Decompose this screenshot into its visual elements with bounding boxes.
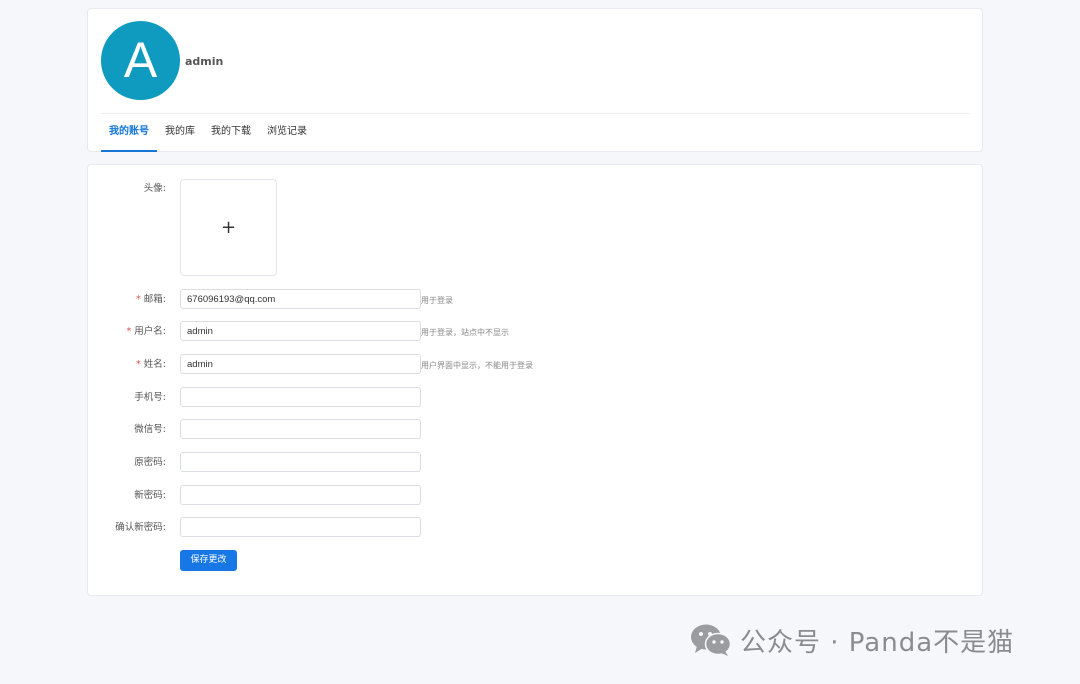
profile-card: A admin 我的账号 我的库 我的下载 浏览记录 (87, 8, 983, 152)
plus-icon: + (220, 217, 237, 238)
phone-label: 手机号: (134, 392, 166, 403)
wechat-field[interactable] (180, 419, 421, 439)
new-password-field[interactable] (180, 485, 421, 505)
profile-tabs: 我的账号 我的库 我的下载 浏览记录 (101, 114, 315, 152)
phone-row: 手机号: (88, 387, 982, 409)
tab-browse-history[interactable]: 浏览记录 (259, 114, 315, 152)
name-label: * 姓名: (136, 354, 166, 376)
username-hint: 用于登录，站点中不显示 (421, 328, 509, 337)
username-field[interactable] (180, 321, 421, 341)
name-row: *姓名: 用户界面中显示，不能用于登录 (88, 354, 982, 376)
email-label-text: 邮箱: (143, 294, 166, 305)
old-password-row: 原密码: (88, 452, 982, 474)
required-mark: * (126, 326, 132, 337)
email-hint: 用于登录 (421, 296, 453, 305)
new-password-label: 新密码: (134, 490, 166, 501)
tab-my-downloads[interactable]: 我的下载 (203, 114, 259, 152)
account-form: 头像: + *邮箱: 用于登录 *用户名: 用于登录，站点中不显示 *姓名: 用… (87, 164, 983, 596)
email-label: * 邮箱: (136, 289, 166, 311)
confirm-password-label: 确认新密码: (115, 522, 166, 533)
name-hint: 用户界面中显示，不能用于登录 (421, 361, 533, 370)
avatar-upload-button[interactable]: + (180, 179, 277, 276)
confirm-password-row: 确认新密码: (88, 517, 982, 539)
save-button[interactable]: 保存更改 (180, 550, 237, 571)
confirm-password-field[interactable] (180, 517, 421, 537)
avatar-label: 头像: (143, 183, 166, 194)
required-mark: * (136, 359, 141, 370)
name-field[interactable] (180, 354, 421, 374)
email-row: *邮箱: 用于登录 (88, 289, 982, 311)
required-mark: * (136, 294, 141, 305)
wechat-icon (691, 624, 732, 656)
username-label-text: 用户名: (134, 326, 166, 337)
username-label: * 用户名: (127, 321, 166, 343)
old-password-field[interactable] (180, 452, 421, 472)
wechat-label: 微信号: (134, 424, 166, 435)
watermark: 公众号 · Panda不是猫 (690, 622, 1014, 658)
old-password-label: 原密码: (134, 457, 166, 468)
profile-username: admin (185, 55, 224, 68)
tab-my-library[interactable]: 我的库 (157, 114, 203, 152)
tab-my-account[interactable]: 我的账号 (101, 114, 157, 152)
name-label-text: 姓名: (143, 359, 166, 370)
new-password-row: 新密码: (88, 485, 982, 507)
phone-field[interactable] (180, 387, 421, 407)
wechat-row: 微信号: (88, 419, 982, 441)
email-field[interactable] (180, 289, 421, 309)
watermark-text: 公众号 · Panda不是猫 (740, 627, 1015, 658)
username-row: *用户名: 用于登录，站点中不显示 (88, 321, 982, 343)
avatar: A (101, 21, 180, 100)
